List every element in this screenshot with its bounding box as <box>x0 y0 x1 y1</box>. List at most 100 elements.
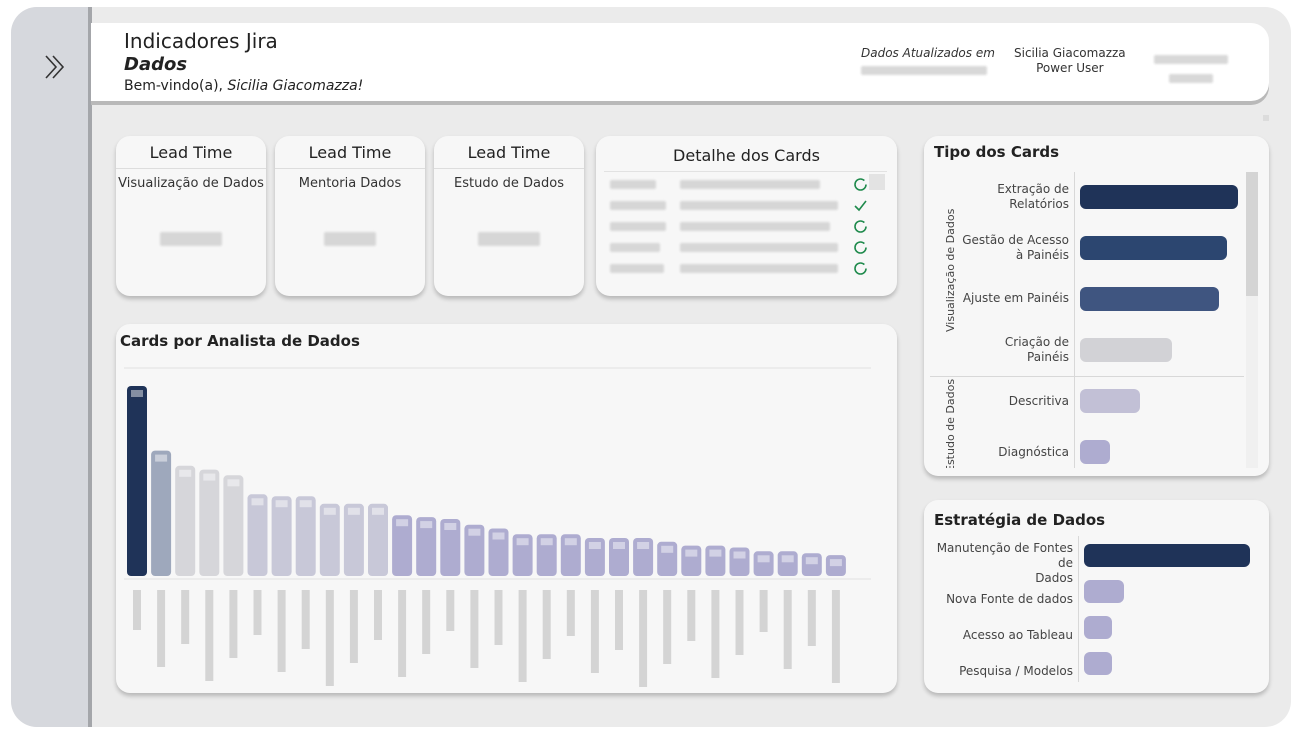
analyst-name-redacted <box>325 590 334 686</box>
analyst-name-redacted <box>133 590 141 630</box>
analyst-bar[interactable] <box>801 553 822 576</box>
analyst-name-redacted <box>349 590 358 663</box>
details-scrollbar[interactable] <box>869 174 885 190</box>
bar-value-label-redacted <box>396 519 409 527</box>
type-bar[interactable] <box>1080 338 1172 362</box>
bar-value-label-redacted <box>372 507 384 515</box>
analyst-name-redacted <box>615 590 623 650</box>
strategy-bar[interactable] <box>1084 652 1113 675</box>
category-label: Extração de Relatórios <box>997 182 1069 211</box>
table-row[interactable] <box>604 238 874 258</box>
analyst-bar[interactable] <box>777 551 798 576</box>
analyst-bar[interactable] <box>223 475 244 576</box>
bar-value-label-redacted <box>468 528 481 536</box>
bar-value-label-redacted <box>227 479 240 487</box>
category-label: Nova Fonte de dados <box>946 592 1073 606</box>
category-label: Diagnóstica <box>998 445 1069 459</box>
bar-value-label-redacted <box>251 498 264 506</box>
table-row[interactable] <box>604 259 874 279</box>
analyst-bar[interactable] <box>127 386 147 576</box>
category-label: Acesso ao Tableau <box>962 628 1073 642</box>
analyst-chart-panel: Cards por Analista de Dados <box>116 324 897 693</box>
updated-info: Dados Atualizados em <box>861 46 995 78</box>
lead-time-name: Visualização de Dados <box>118 176 264 191</box>
analyst-name-redacted <box>470 590 479 668</box>
table-row[interactable] <box>604 175 874 195</box>
group-label-visualizacao: Visualização de Dados <box>944 208 957 332</box>
expand-sidebar-button[interactable] <box>41 52 71 82</box>
analyst-name-redacted <box>759 590 768 632</box>
bar-value-label-redacted <box>420 521 433 529</box>
lead-time-value-redacted <box>116 231 266 250</box>
progress-circle-icon <box>854 220 867 233</box>
type-bar[interactable] <box>1080 389 1141 413</box>
bar-value-label-redacted <box>275 500 288 508</box>
check-icon <box>854 200 867 212</box>
bar-value-label-redacted <box>516 538 529 546</box>
bar-value-label-redacted <box>131 390 143 397</box>
card-type-chart[interactable]: Visualização de Dados Estudo de Dados Ex… <box>930 172 1244 468</box>
type-bar[interactable] <box>1080 236 1227 260</box>
analyst-name-redacted <box>783 590 792 669</box>
analyst-name-redacted <box>566 590 575 636</box>
type-bar[interactable] <box>1080 440 1111 464</box>
user-info: Sicilia Giacomazza Power User <box>1014 46 1126 76</box>
analyst-name-redacted <box>831 590 840 683</box>
analyst-bar[interactable] <box>175 465 196 576</box>
data-strategy-title: Estratégia de Dados <box>934 511 1106 529</box>
card-details-panel: Detalhe dos Cards <box>596 136 897 296</box>
lead-time-name: Estudo de Dados <box>454 176 564 191</box>
data-strategy-panel: Estratégia de Dados Manutenção de Fontes… <box>924 500 1269 693</box>
bar-value-label-redacted <box>323 507 336 515</box>
analyst-bar[interactable] <box>247 494 268 576</box>
data-strategy-chart[interactable]: Manutenção de Fontes de Dados Nova Fonte … <box>924 536 1269 686</box>
lead-time-title: Lead Time <box>308 143 392 162</box>
analyst-bar[interactable] <box>753 551 774 576</box>
scrollbar-thumb[interactable] <box>1246 172 1258 296</box>
scroll-marker <box>1263 115 1269 121</box>
bar-value-label-redacted <box>155 454 168 462</box>
card-details-table[interactable] <box>604 171 887 279</box>
progress-circle-icon <box>854 241 867 254</box>
analyst-name-redacted <box>253 590 262 635</box>
lead-time-title: Lead Time <box>467 143 551 162</box>
analyst-name-redacted <box>687 590 696 641</box>
welcome-prefix: Bem-vindo(a), <box>124 78 228 94</box>
bar-value-label-redacted <box>588 542 601 549</box>
card-details-title: Detalhe dos Cards <box>673 146 820 165</box>
analyst-name-redacted <box>205 590 214 681</box>
analyst-bar-chart[interactable] <box>116 324 897 693</box>
welcome-message: Bem-vindo(a), Sicilia Giacomazza! <box>124 78 363 94</box>
page-subtitle: Dados <box>124 54 188 75</box>
analyst-name-redacted <box>807 590 816 646</box>
analyst-bar[interactable] <box>295 496 316 576</box>
header: Indicadores Jira Dados Bem-vindo(a), Sic… <box>91 23 1269 101</box>
type-bar[interactable] <box>1080 185 1238 209</box>
double-chevron-right-icon <box>45 55 65 79</box>
lead-time-value-redacted <box>275 231 425 250</box>
analyst-name-redacted <box>590 590 599 673</box>
strategy-bar[interactable] <box>1084 544 1250 567</box>
category-label: Manutenção de Fontes de Dados <box>936 541 1073 585</box>
user-extra-redacted <box>1154 49 1228 87</box>
updated-label: Dados Atualizados em <box>861 46 995 60</box>
table-row[interactable] <box>604 196 874 216</box>
bar-value-label-redacted <box>709 549 722 557</box>
card-type-scrollbar[interactable] <box>1246 172 1258 468</box>
bar-value-label-redacted <box>540 538 553 546</box>
bar-value-label-redacted <box>492 532 505 540</box>
analyst-bar[interactable] <box>271 496 292 576</box>
analyst-name-redacted <box>398 590 407 677</box>
analyst-name-redacted <box>711 590 720 678</box>
strategy-bar[interactable] <box>1084 580 1124 603</box>
lead-time-card-mentoria: Lead Time Mentoria Dados <box>275 136 425 296</box>
analyst-bar[interactable] <box>199 469 220 576</box>
analyst-name-redacted <box>735 590 744 655</box>
bar-value-label-redacted <box>829 559 842 567</box>
analyst-bar[interactable] <box>151 450 172 576</box>
strategy-bar[interactable] <box>1084 616 1113 639</box>
bar-value-label-redacted <box>564 538 577 546</box>
type-bar[interactable] <box>1080 287 1220 311</box>
progress-circle-icon <box>854 262 867 275</box>
table-row[interactable] <box>604 217 874 237</box>
